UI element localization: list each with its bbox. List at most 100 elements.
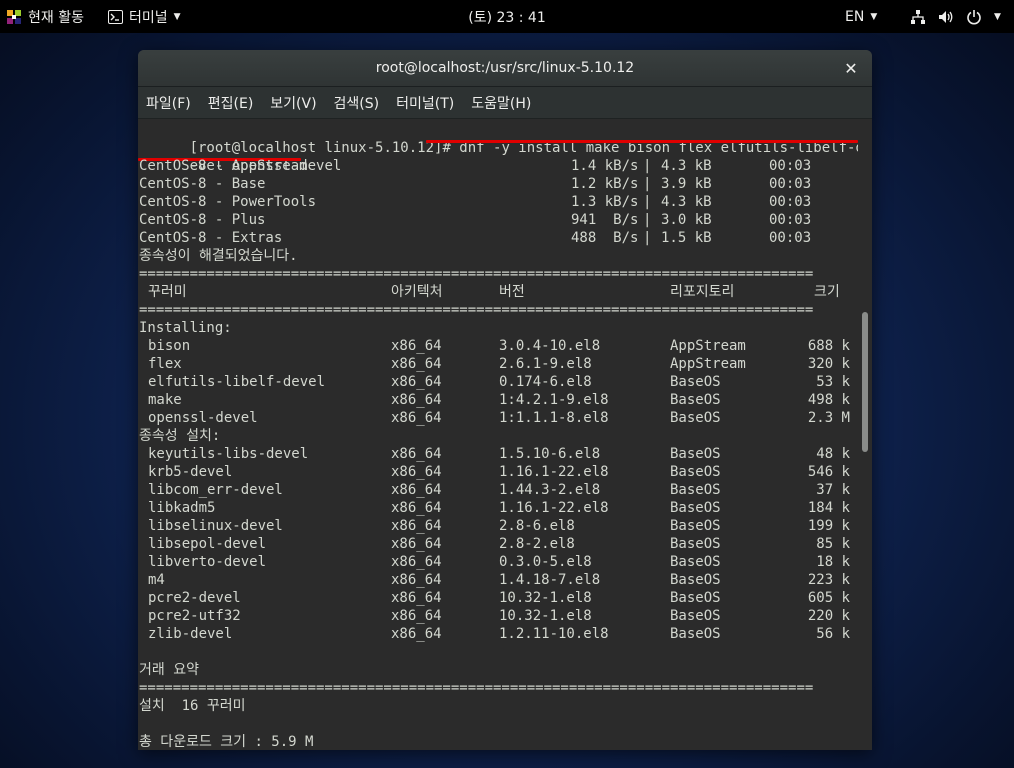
menu-help[interactable]: 도움말(H): [471, 93, 531, 113]
package-size: 85 k: [816, 536, 850, 552]
package-repo: BaseOS: [670, 590, 721, 606]
package-repo: BaseOS: [670, 554, 721, 570]
package-repo: BaseOS: [670, 518, 721, 534]
menu-search[interactable]: 검색(S): [334, 93, 380, 113]
close-icon[interactable]: ✕: [842, 59, 860, 78]
menu-edit[interactable]: 편집(E): [208, 93, 254, 113]
package-name: flex: [148, 356, 182, 372]
network-icon: [910, 9, 926, 25]
package-version: 0.174-6.el8: [499, 374, 592, 390]
repo-speed: 488 B/s: [571, 230, 639, 246]
repo-row: CentOS-8 - PowerTools 1.3 kB/s | 4.3 kB 00:0…: [139, 193, 857, 211]
package-arch: x86_64: [391, 446, 442, 462]
package-arch: x86_64: [391, 374, 442, 390]
package-arch: x86_64: [391, 590, 442, 606]
package-repo: BaseOS: [670, 374, 721, 390]
app-menu-label: 터미널: [129, 9, 168, 26]
table-row: elfutils-libelf-devel x86_64 0.174-6.el8 Ba…: [139, 373, 857, 391]
header-size: 크기: [814, 284, 840, 300]
repo-size: 4.3 kB: [661, 158, 712, 174]
package-version: 1.4.18-7.el8: [499, 572, 601, 588]
separator: ========================================…: [139, 266, 814, 282]
repo-time: 00:03: [769, 176, 812, 192]
installing-label: Installing:: [139, 320, 232, 336]
activities-label: 현재 활동: [28, 9, 84, 26]
package-version: 2.8-6.el8: [499, 518, 575, 534]
menubar: 파일(F) 편집(E) 보기(V) 검색(S) 터미널(T) 도움말(H): [138, 87, 872, 119]
package-version: 0.3.0-5.el8: [499, 554, 592, 570]
package-size: 48 k: [816, 446, 850, 462]
menu-view[interactable]: 보기(V): [270, 93, 316, 113]
package-arch: x86_64: [391, 392, 442, 408]
volume-icon: [938, 9, 954, 25]
terminal-scrollbar[interactable]: [858, 120, 872, 750]
package-repo: BaseOS: [670, 446, 721, 462]
package-arch: x86_64: [391, 572, 442, 588]
terminal-output[interactable]: [root@localhost linux-5.10.12]# dnf -y i…: [138, 120, 858, 750]
input-language-button[interactable]: EN ▼: [845, 0, 877, 33]
repo-separator: |: [643, 194, 652, 210]
table-header: 꾸러미 아키텍처 버전 리포지토리 크기: [139, 283, 857, 301]
repo-speed: 941 B/s: [571, 212, 639, 228]
terminal-app-icon: [108, 9, 123, 24]
activities-button[interactable]: 현재 활동: [6, 0, 84, 33]
package-size: 220 k: [807, 608, 850, 624]
package-arch: x86_64: [391, 464, 442, 480]
repo-row: CentOS-8 - AppStream 1.4 kB/s | 4.3 kB 00:03: [139, 157, 857, 175]
package-version: 2.8-2.el8: [499, 536, 575, 552]
package-arch: x86_64: [391, 518, 442, 534]
table-row: bison x86_64 3.0.4-10.el8 AppStream 688 k: [139, 337, 857, 355]
package-size: 53 k: [816, 374, 850, 390]
package-repo: AppStream: [670, 338, 746, 354]
app-menu-button[interactable]: 터미널 ▼: [108, 0, 181, 33]
repo-row: CentOS-8 - Plus 941 B/s | 3.0 kB 00:03: [139, 211, 857, 229]
package-version: 3.0.4-10.el8: [499, 338, 601, 354]
menu-terminal[interactable]: 터미널(T): [396, 93, 454, 113]
package-size: 223 k: [807, 572, 850, 588]
package-version: 1:4.2.1-9.el8: [499, 392, 609, 408]
package-repo: BaseOS: [670, 464, 721, 480]
package-version: 10.32-1.el8: [499, 590, 592, 606]
clock[interactable]: (토) 23 : 41: [468, 7, 546, 27]
command-highlight-underline: [426, 140, 858, 143]
header-package: 꾸러미: [148, 284, 187, 300]
header-version: 버전: [499, 284, 525, 300]
repo-size: 1.5 kB: [661, 230, 712, 246]
table-row: pcre2-devel x86_64 10.32-1.el8 BaseOS 605 k: [139, 589, 857, 607]
repo-name: CentOS-8 - AppStream: [139, 158, 308, 174]
package-repo: BaseOS: [670, 410, 721, 426]
scrollbar-thumb[interactable]: [862, 312, 868, 452]
table-row: make x86_64 1:4.2.1-9.el8 BaseOS 498 k: [139, 391, 857, 409]
package-arch: x86_64: [391, 410, 442, 426]
repo-name: CentOS-8 - Extras: [139, 230, 283, 246]
repo-row: CentOS-8 - Extras 488 B/s | 1.5 kB 00:03: [139, 229, 857, 247]
top-panel: 현재 활동 터미널 ▼ (토) 23 : 41 EN ▼ ▼: [0, 0, 1014, 33]
chevron-down-icon: ▼: [173, 11, 181, 22]
repo-separator: |: [643, 176, 652, 192]
repo-separator: |: [643, 158, 652, 174]
chevron-down-icon: ▼: [870, 11, 878, 22]
window-titlebar[interactable]: root@localhost:/usr/src/linux-5.10.12 ✕: [138, 50, 872, 87]
package-size: 498 k: [807, 392, 850, 408]
package-name: libsepol-devel: [148, 536, 267, 552]
repo-size: 3.0 kB: [661, 212, 712, 228]
package-size: 37 k: [816, 482, 850, 498]
table-row: openssl-devel x86_64 1:1.1.1-8.el8 BaseOS 2.…: [139, 409, 857, 427]
menu-file[interactable]: 파일(F): [146, 93, 191, 113]
repo-speed: 1.4 kB/s: [571, 158, 639, 174]
repo-row: CentOS-8 - Base 1.2 kB/s | 3.9 kB 00:03: [139, 175, 857, 193]
package-arch: x86_64: [391, 536, 442, 552]
package-arch: x86_64: [391, 608, 442, 624]
summary-label: 거래 요약: [139, 662, 199, 678]
package-size: 199 k: [807, 518, 850, 534]
repo-name: CentOS-8 - PowerTools: [139, 194, 317, 210]
package-version: 1.44.3-2.el8: [499, 482, 601, 498]
package-name: pcre2-utf32: [148, 608, 241, 624]
repo-separator: |: [643, 212, 652, 228]
package-version: 1.16.1-22.el8: [499, 500, 609, 516]
header-arch: 아키텍처: [391, 284, 443, 300]
command-line-wrap: evel openssl-devel: [139, 139, 342, 174]
system-menu-button[interactable]: ▼: [910, 0, 1001, 33]
table-row: libkadm5 x86_64 1.16.1-22.el8 BaseOS 184 k: [139, 499, 857, 517]
download-size: 총 다운로드 크기 : 5.9 M: [139, 734, 314, 750]
